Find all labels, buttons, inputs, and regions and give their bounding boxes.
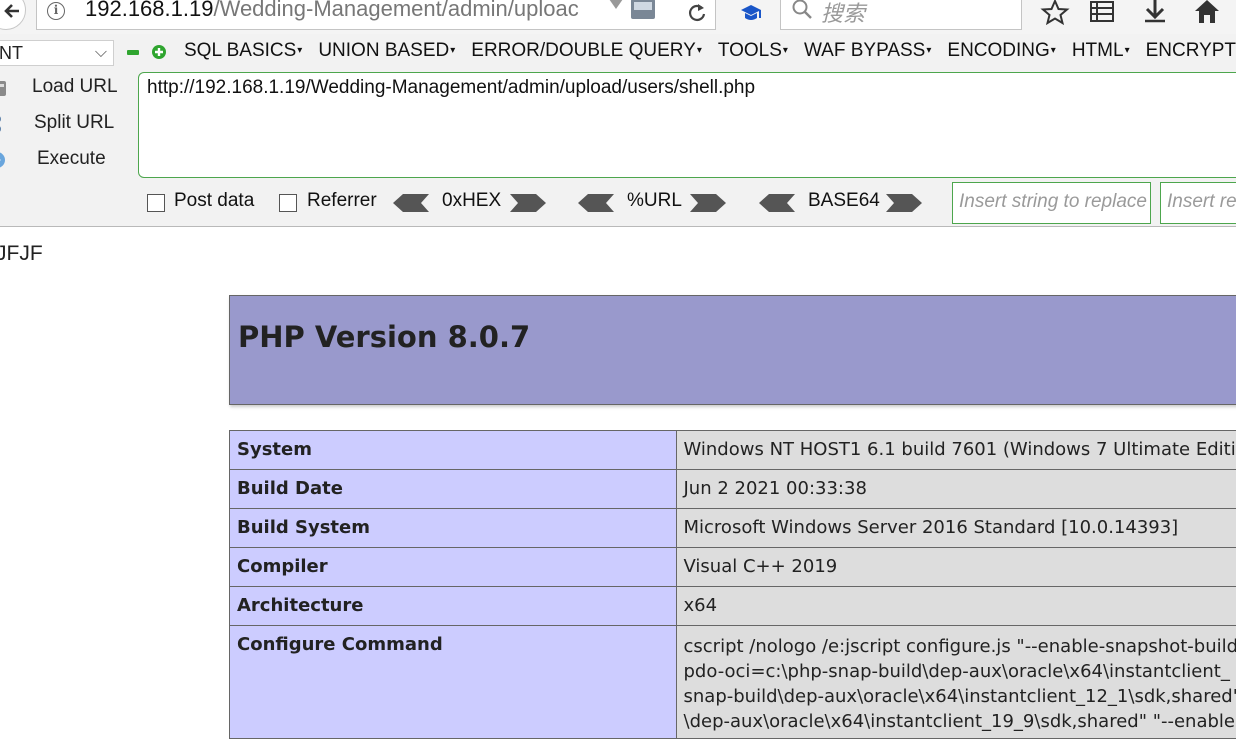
split-url-button[interactable]: Split URL [0,110,130,140]
replace-with-input[interactable]: Insert re [1160,182,1236,224]
menu-union-based[interactable]: UNION BASED▾ [318,40,455,66]
url-textarea-value: http://192.168.1.19/Wedding-Management/a… [147,77,755,98]
search-icon [791,0,813,20]
configure-line: \dep-aux\oracle\x64\instantclient_19_9\s… [684,709,1236,734]
row-value: Microsoft Windows Server 2016 Standard [… [676,509,1236,548]
configure-line: snap-build\dep-aux\oracle\x64\instantcli… [684,684,1236,709]
execute-icon [0,150,10,170]
referrer-checkbox[interactable] [279,194,297,212]
execute-label: Execute [37,148,106,170]
table-row: Compiler Visual C++ 2019 [230,548,1236,587]
hackbar-menu: SQL BASICS▾ UNION BASED▾ ERROR/DOUBLE QU… [184,40,1236,66]
page-action-icon[interactable] [631,0,655,19]
hackbar-select-value: NT [0,43,23,63]
extension-icon[interactable] [738,0,764,24]
back-button[interactable] [0,0,26,30]
reload-icon [680,0,716,28]
configure-line: pdo-oci=c:\php-snap-build\dep-aux\oracle… [684,659,1236,684]
replace-string-placeholder: Insert string to replace [959,191,1147,212]
base64-encode-arrow-icon[interactable] [886,194,922,212]
chevron-down-icon: ⌵ [95,41,107,65]
address-url[interactable]: 192.168.1.19/Wedding-Management/admin/up… [85,0,579,22]
split-url-label: Split URL [34,112,114,134]
split-url-icon [0,114,10,134]
bookmark-star-icon[interactable] [1040,0,1070,26]
search-bar[interactable]: 搜索 [780,0,1022,30]
menu-html[interactable]: HTML▾ [1072,40,1130,66]
reload-button[interactable] [680,0,716,28]
post-data-checkbox[interactable] [147,194,165,212]
url-decode-arrow-icon[interactable] [578,194,614,212]
table-row: Architecture x64 [230,587,1236,626]
base64-decode-arrow-icon[interactable] [759,194,795,212]
search-placeholder: 搜索 [821,0,865,28]
back-arrow-icon [3,2,21,20]
row-key: Compiler [230,548,677,587]
table-row: Configure Command cscript /nologo /e:jsc… [230,626,1236,739]
page-pretext: JFJF [0,242,43,266]
minus-icon[interactable] [127,50,139,55]
address-bar[interactable]: i 192.168.1.19/Wedding-Management/admin/… [36,0,716,30]
row-key: Architecture [230,587,677,626]
row-key: Configure Command [230,626,677,739]
configure-line: cscript /nologo /e:jscript configure.js … [684,634,1236,659]
home-icon[interactable] [1192,0,1222,26]
hex-encode-arrow-icon[interactable] [510,194,546,212]
row-value: Visual C++ 2019 [676,548,1236,587]
table-row: System Windows NT HOST1 6.1 build 7601 (… [230,431,1236,470]
base64-label: BASE64 [808,190,880,212]
load-url-label: Load URL [32,76,118,98]
menu-waf-bypass[interactable]: WAF BYPASS▾ [804,40,931,66]
hackbar-panel: NT ⌵ SQL BASICS▾ UNION BASED▾ ERROR/DOUB… [0,34,1236,227]
post-data-label: Post data [174,190,254,212]
menu-error-double-query[interactable]: ERROR/DOUBLE QUERY▾ [471,40,702,66]
referrer-label: Referrer [307,190,377,212]
download-icon[interactable] [1140,0,1170,26]
row-value: Jun 2 2021 00:33:38 [676,470,1236,509]
hackbar-select[interactable]: NT ⌵ [0,40,114,66]
load-url-icon [0,78,10,98]
row-key: Build Date [230,470,677,509]
replace-string-input[interactable]: Insert string to replace [952,182,1151,224]
menu-encryption[interactable]: ENCRYPTION▾ [1146,40,1236,66]
configure-command-value: cscript /nologo /e:jscript configure.js … [676,626,1236,739]
hex-label: 0xHEX [442,190,501,212]
phpinfo-table: System Windows NT HOST1 6.1 build 7601 (… [229,430,1236,739]
row-key: System [230,431,677,470]
info-icon[interactable]: i [47,2,65,20]
url-encode-arrow-icon[interactable] [690,194,726,212]
menu-tools[interactable]: TOOLS▾ [718,40,788,66]
url-encode-label: %URL [627,190,682,212]
row-key: Build System [230,509,677,548]
replace-with-placeholder: Insert re [1167,191,1236,212]
menu-sql-basics[interactable]: SQL BASICS▾ [184,40,302,66]
row-value: x64 [676,587,1236,626]
execute-button[interactable]: Execute [0,146,130,176]
hex-decode-arrow-icon[interactable] [393,194,429,212]
plus-icon[interactable] [152,45,166,59]
menu-encoding[interactable]: ENCODING▾ [947,40,1055,66]
url-dropdown-icon[interactable] [609,0,623,9]
reading-list-icon[interactable] [1087,0,1117,26]
table-row: Build Date Jun 2 2021 00:33:38 [230,470,1236,509]
load-url-button[interactable]: Load URL [0,74,130,104]
row-value: Windows NT HOST1 6.1 build 7601 (Windows… [676,431,1236,470]
url-textarea[interactable]: http://192.168.1.19/Wedding-Management/a… [138,72,1236,178]
table-row: Build System Microsoft Windows Server 20… [230,509,1236,548]
phpinfo-header: PHP Version 8.0.7 [229,295,1236,405]
php-version-title: PHP Version 8.0.7 [238,320,530,354]
browser-toolbar: i 192.168.1.19/Wedding-Management/admin/… [0,0,1236,35]
